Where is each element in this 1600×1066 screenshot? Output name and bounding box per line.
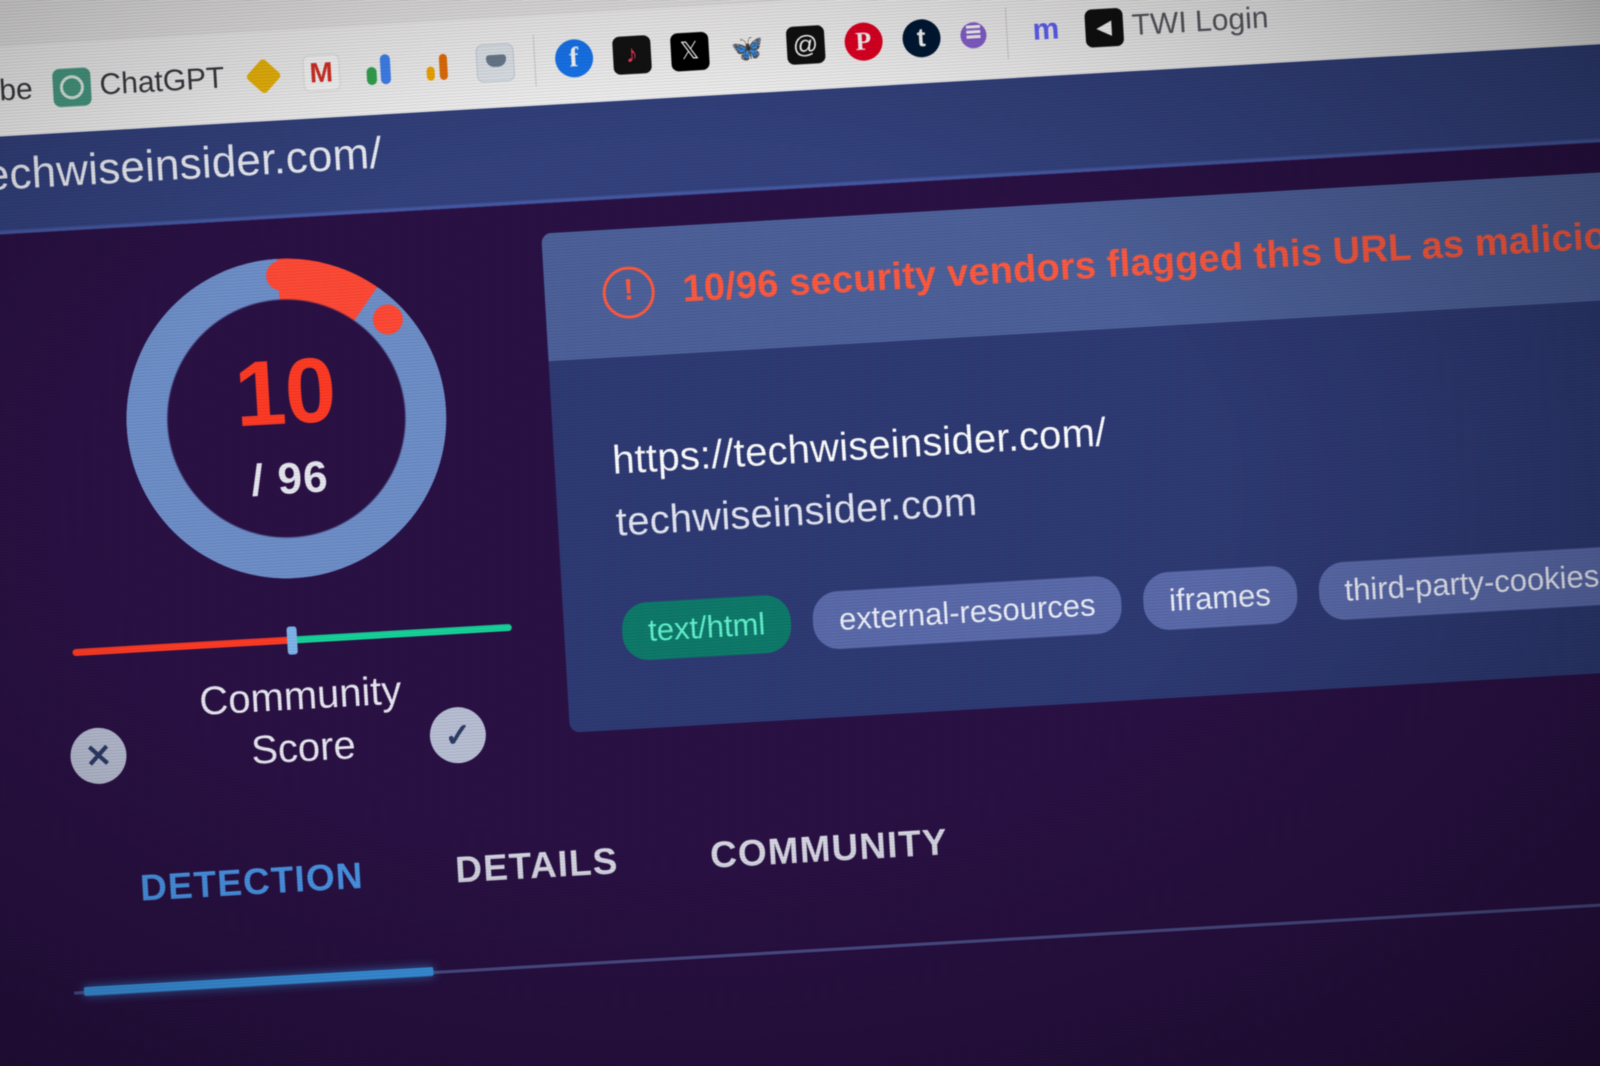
bookmark-gmail[interactable]: M [291,47,352,98]
facebook-icon [553,38,594,79]
bookmark-generic-site[interactable] [465,37,526,88]
bookmark-pinterest[interactable] [833,16,894,67]
vote-malicious-button[interactable]: ✕ [68,726,129,786]
tab-detection[interactable]: DETECTION [139,855,366,926]
address-bar-value[interactable]: s://techwiseinsider.com/ [0,129,383,206]
virustotal-page-body: 10 / 96 Community Score ✕ ✓ ! 10/96 secu… [0,134,1600,1066]
x-twitter-icon [669,31,710,72]
chatgpt-icon [51,67,92,108]
result-tabs: DETECTION DETAILS COMMUNITY [139,821,950,925]
tab-community[interactable]: COMMUNITY [709,821,950,893]
gmail-icon: M [301,52,342,93]
url-result-card: 10/96 security vendors flagged this URL … [541,166,1600,733]
active-tab-underline [83,966,434,997]
community-score-slider[interactable] [72,623,512,657]
bookmark-chatgpt[interactable]: ChatGPT [41,54,235,113]
vote-harmless-button[interactable]: ✓ [428,705,488,765]
mastodon-icon [1026,11,1066,51]
small-purple-icon [959,21,987,50]
google-adsense-icon [417,46,457,86]
bookmark-chatgpt-label: ChatGPT [98,61,226,102]
bookmark-twi-login-label: TWI Login [1130,1,1270,43]
bookmark-google-analytics[interactable] [349,44,410,95]
check-icon: ✓ [443,716,473,754]
tag-chip-external-resources[interactable]: external-resources [811,574,1123,651]
bookmark-tumblr[interactable] [891,13,952,64]
bookmarks-divider-2 [1004,7,1009,60]
detection-gauge: 10 / 96 [117,249,456,588]
bookmark-youtube-label: ouTube [0,72,34,112]
google-analytics-icon [359,50,399,90]
tiktok-icon [611,34,652,76]
bookmark-tiktok[interactable] [601,29,662,80]
bookmark-small-purple[interactable] [949,16,997,55]
bookmark-youtube[interactable]: ouTube [0,67,44,118]
bookmark-binance[interactable] [233,51,294,102]
tag-chip-iframes[interactable]: iframes [1141,564,1299,632]
malicious-alert-banner: 10/96 security vendors flagged this URL … [541,166,1600,362]
bookmark-bluesky[interactable] [717,23,778,74]
bookmark-google-adsense[interactable] [407,41,468,92]
tumblr-icon [901,18,942,59]
bookmark-x[interactable] [659,26,720,77]
bookmark-facebook[interactable] [543,33,604,84]
community-score-label: Community Score [164,662,440,781]
close-icon: ✕ [84,737,113,775]
tag-chip-third-party-cookies[interactable]: third-party-cookies [1316,545,1600,622]
detection-score: 10 [231,338,338,447]
binance-icon [243,56,283,96]
community-score-widget: Community Score ✕ ✓ [68,623,542,829]
community-score-thumb[interactable] [286,626,298,655]
tag-chip-text-html[interactable]: text/html [620,593,793,662]
scanned-url-block: https://techwiseinsider.com/ techwiseins… [611,401,1112,553]
threads-icon [785,24,826,66]
pinterest-icon [843,21,884,62]
screenshot-stage: ...url/c9025b956055b33b3ce4b925eec3e6f3c… [0,0,1600,1066]
generic-site-icon [474,42,515,83]
malicious-alert-text: 10/96 security vendors flagged this URL … [681,212,1600,310]
monitor-screen: ...url/c9025b956055b33b3ce4b925eec3e6f3c… [0,0,1600,1066]
twi-login-icon [1083,7,1124,48]
bluesky-icon [727,28,767,68]
bookmarks-divider [532,34,537,87]
bookmark-twi-login[interactable]: TWI Login [1074,0,1280,53]
bookmark-mastodon[interactable] [1016,5,1077,56]
url-tags-row: text/html external-resources iframes thi… [620,540,1600,662]
tab-details[interactable]: DETAILS [454,840,620,907]
warning-circle-icon [601,265,657,321]
bookmark-threads[interactable] [775,19,836,70]
